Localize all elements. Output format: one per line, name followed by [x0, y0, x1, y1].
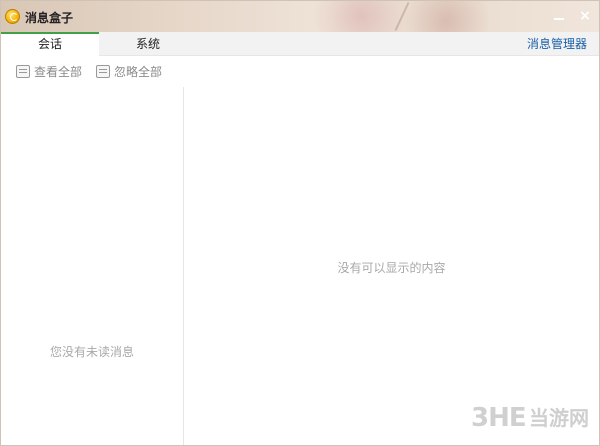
watermark-text: 当游网	[529, 406, 589, 430]
close-button[interactable]: ×	[576, 7, 594, 25]
message-content-panel[interactable]: 没有可以显示的内容	[184, 57, 599, 445]
ignore-all-button[interactable]: 忽略全部	[96, 64, 166, 80]
ignore-all-label: 忽略全部	[114, 65, 163, 79]
toolbar: 查看全部 忽略全部	[1, 57, 183, 87]
title-bar[interactable]: 消息盒子 ×	[1, 1, 599, 32]
window-title: 消息盒子	[25, 11, 74, 25]
view-all-button[interactable]: 查看全部	[16, 64, 86, 80]
tab-bar: 会话 系统 消息管理器	[1, 32, 599, 56]
view-all-label: 查看全部	[34, 65, 83, 79]
no-unread-message-text: 您没有未读消息	[49, 345, 134, 359]
watermark-logo: 3HE	[471, 403, 527, 433]
message-manager-link[interactable]: 消息管理器	[527, 32, 587, 56]
ignore-all-icon	[96, 65, 110, 78]
message-list-panel[interactable]: 您没有未读消息	[1, 87, 183, 445]
no-content-text: 没有可以显示的内容	[337, 261, 446, 275]
minimize-button[interactable]	[550, 7, 568, 25]
tab-system[interactable]: 系统	[99, 32, 197, 56]
message-box-window: 消息盒子 × 会话 系统 消息管理器 查看全部 忽略全部 您没有未读消息 没有可…	[0, 0, 600, 446]
view-all-icon	[16, 65, 30, 78]
tab-conversation[interactable]: 会话	[1, 32, 99, 56]
app-logo-icon	[5, 9, 20, 24]
